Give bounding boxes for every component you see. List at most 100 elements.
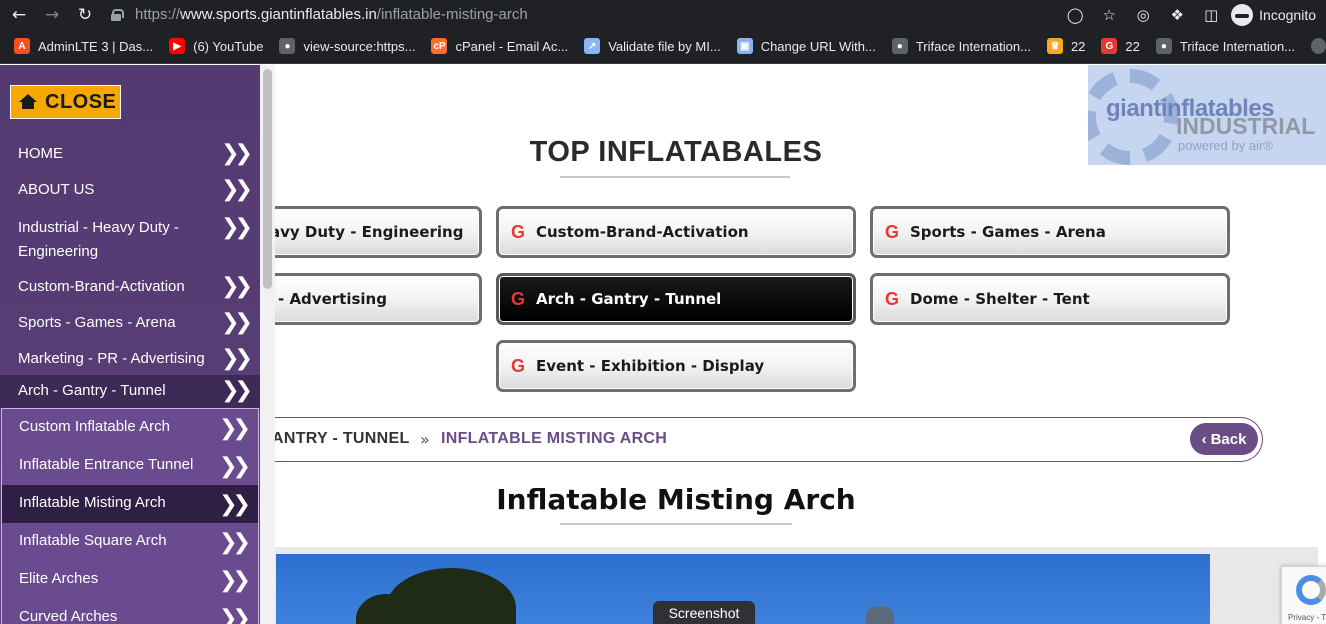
globe-icon: ● (279, 38, 296, 54)
forward-arrow-icon[interactable]: → (38, 1, 66, 29)
category-dome[interactable]: G Dome - Shelter - Tent (870, 273, 1230, 325)
bookmark-item[interactable]: cP cPanel - Email Ac... (431, 38, 568, 54)
extension-circle-icon[interactable]: ◎ (1129, 1, 1157, 29)
bookmark-item[interactable]: ● Triface Internation... (891, 38, 1031, 54)
sidebar-scrollbar[interactable] (260, 65, 275, 624)
bookmark-item[interactable]: A AdminLTE 3 | Das... (14, 38, 153, 54)
sidebar-item-label: Arch - Gantry - Tunnel (18, 382, 166, 399)
sidebar-item-industrial[interactable]: Industrial - Heavy Duty - Engineering ❯❯ (0, 209, 260, 267)
double-chevron-right-icon: ❯❯ (219, 530, 251, 555)
sidebar-item-label: Industrial - Heavy Duty - Engineering (18, 219, 179, 260)
site-logo[interactable]: giantinflatables INDUSTRIAL powered by a… (1088, 65, 1326, 165)
bookmark-item[interactable]: ♛ 22 (1046, 38, 1085, 54)
logo-tagline: powered by air® (1178, 138, 1273, 153)
close-menu-button[interactable]: CLOSE (10, 85, 121, 119)
bookmark-label: 22 (1125, 38, 1140, 54)
sidebar-item-label: Custom-Brand-Activation (18, 278, 185, 295)
bookmark-item[interactable]: ▶ (6) YouTube (169, 38, 263, 54)
category-custom-brand[interactable]: G Custom-Brand-Activation (496, 206, 856, 258)
bookmark-item[interactable]: G 22 (1101, 38, 1140, 54)
globe-icon[interactable] (1311, 38, 1326, 54)
sidebar-item-custom-brand[interactable]: Custom-Brand-Activation ❯❯ (0, 268, 260, 304)
back-arrow-icon[interactable]: ← (5, 1, 33, 29)
rocket-icon: ↗ (584, 38, 601, 54)
star-icon[interactable]: ☆ (1095, 1, 1123, 29)
g-logo-icon: G (510, 289, 525, 309)
breadcrumb: ANTRY - TUNNEL » INFLATABLE MISTING ARCH… (260, 417, 1263, 462)
puzzle-icon[interactable]: ❖ (1163, 1, 1191, 29)
lock-icon (111, 8, 124, 21)
recaptcha-icon (1296, 575, 1326, 605)
screenshot-tooltip: Screenshot (653, 601, 755, 624)
bookmark-item[interactable]: ● view-source:https... (279, 38, 415, 54)
g-logo-icon: G (1101, 38, 1118, 54)
category-label: - Advertising (278, 290, 387, 308)
category-arch-active[interactable]: G Arch - Gantry - Tunnel (496, 273, 856, 325)
sidepanel-icon[interactable]: ◫ (1197, 1, 1225, 29)
section-title-underline (560, 176, 790, 178)
sidebar-item-sports[interactable]: Sports - Games - Arena ❯❯ (0, 304, 260, 340)
home-icon (19, 94, 37, 110)
bookmarks-bar: A AdminLTE 3 | Das... ▶ (6) YouTube ● view-so… (0, 29, 1326, 64)
back-button[interactable]: ‹ Back (1190, 423, 1258, 455)
url-path: /inflatable-misting-arch (376, 6, 528, 23)
sidebar-item-arch[interactable]: Arch - Gantry - Tunnel ❯❯ (0, 375, 260, 408)
category-label: Event - Exhibition - Display (536, 357, 765, 375)
category-label: Sports - Games - Arena (910, 223, 1106, 241)
sidebar-item-about[interactable]: ABOUT US ❯❯ (0, 171, 260, 209)
category-event[interactable]: G Event - Exhibition - Display (496, 340, 856, 392)
double-chevron-right-icon: ❯❯ (221, 141, 253, 166)
submenu-item-label: Inflatable Misting Arch (19, 494, 166, 511)
address-bar[interactable]: https://www.sports.giantinflatables.in/i… (111, 0, 528, 29)
submenu-item-elite-arches[interactable]: Elite Arches ❯❯ (2, 561, 258, 599)
submenu-item-curved-arches[interactable]: Curved Arches ❯❯ (2, 599, 258, 624)
bookmark-label: Triface Internation... (1179, 38, 1296, 54)
category-marketing[interactable]: - Advertising (260, 273, 482, 325)
sidebar-submenu-arch: Custom Inflatable Arch ❯❯ Inflatable Ent… (1, 408, 259, 624)
sidebar-menu: CLOSE HOME ❯❯ ABOUT US ❯❯ Industrial - H… (0, 65, 260, 624)
double-chevron-right-icon: ❯❯ (221, 177, 253, 202)
category-sports[interactable]: G Sports - Games - Arena (870, 206, 1230, 258)
cpanel-icon: cP (431, 38, 448, 54)
reload-icon[interactable]: ↻ (71, 1, 99, 29)
back-button-label: Back (1210, 430, 1247, 448)
submenu-item-custom-arch[interactable]: Custom Inflatable Arch ❯❯ (2, 409, 258, 447)
double-chevron-right-icon: ❯❯ (219, 416, 251, 441)
category-label: Dome - Shelter - Tent (910, 290, 1090, 308)
recaptcha-badge[interactable]: Privacy - T (1281, 566, 1326, 624)
globe-icon: ● (1155, 38, 1172, 54)
submenu-item-misting-arch[interactable]: Inflatable Misting Arch ❯❯ (2, 485, 258, 523)
submenu-item-label: Inflatable Entrance Tunnel (19, 456, 194, 473)
incognito-label: Incognito (1259, 6, 1316, 23)
double-chevron-right-icon: ❯❯ (221, 274, 253, 299)
category-industrial[interactable]: avy Duty - Engineering (260, 206, 482, 258)
sidebar-item-label: Marketing - PR - Advertising (18, 350, 205, 367)
submenu-item-label: Curved Arches (19, 608, 118, 624)
g-logo-icon: G (884, 222, 899, 242)
breadcrumb-current: INFLATABLE MISTING ARCH (441, 430, 668, 447)
sidebar-item-home[interactable]: HOME ❯❯ (0, 135, 260, 171)
double-chevron-right-icon: ❯❯ (219, 454, 251, 479)
adminlte-favicon-icon: A (14, 38, 30, 54)
double-chevron-right-icon: ❯❯ (221, 215, 253, 240)
submenu-item-entrance-tunnel[interactable]: Inflatable Entrance Tunnel ❯❯ (2, 447, 258, 485)
incognito-indicator[interactable]: Incognito (1231, 3, 1316, 26)
globe-icon: ● (891, 38, 908, 54)
submenu-item-label: Custom Inflatable Arch (19, 418, 170, 435)
g-logo-icon: G (510, 222, 525, 242)
crown-icon: ♛ (1046, 38, 1063, 54)
breadcrumb-separator-icon: » (420, 430, 430, 449)
submenu-item-square-arch[interactable]: Inflatable Square Arch ❯❯ (2, 523, 258, 561)
double-chevron-right-icon: ❯❯ (219, 568, 251, 593)
bookmark-label: AdminLTE 3 | Das... (38, 38, 154, 54)
bookmark-item[interactable]: ● Triface Internation... (1155, 38, 1296, 54)
double-chevron-right-icon: ❯❯ (219, 492, 251, 517)
bookmark-item[interactable]: ↗ Validate file by MI... (584, 38, 721, 54)
recaptcha-links[interactable]: Privacy - T (1288, 613, 1326, 622)
scrollbar-thumb[interactable] (263, 69, 272, 289)
eye-slash-icon[interactable]: ◯ (1061, 1, 1089, 29)
sidebar-item-marketing[interactable]: Marketing - PR - Advertising ❯❯ (0, 340, 260, 376)
bookmark-item[interactable]: ▣ Change URL With... (736, 38, 876, 54)
bookmark-label: Validate file by MI... (608, 38, 721, 54)
breadcrumb-parent-link[interactable]: ANTRY - TUNNEL (272, 430, 410, 448)
